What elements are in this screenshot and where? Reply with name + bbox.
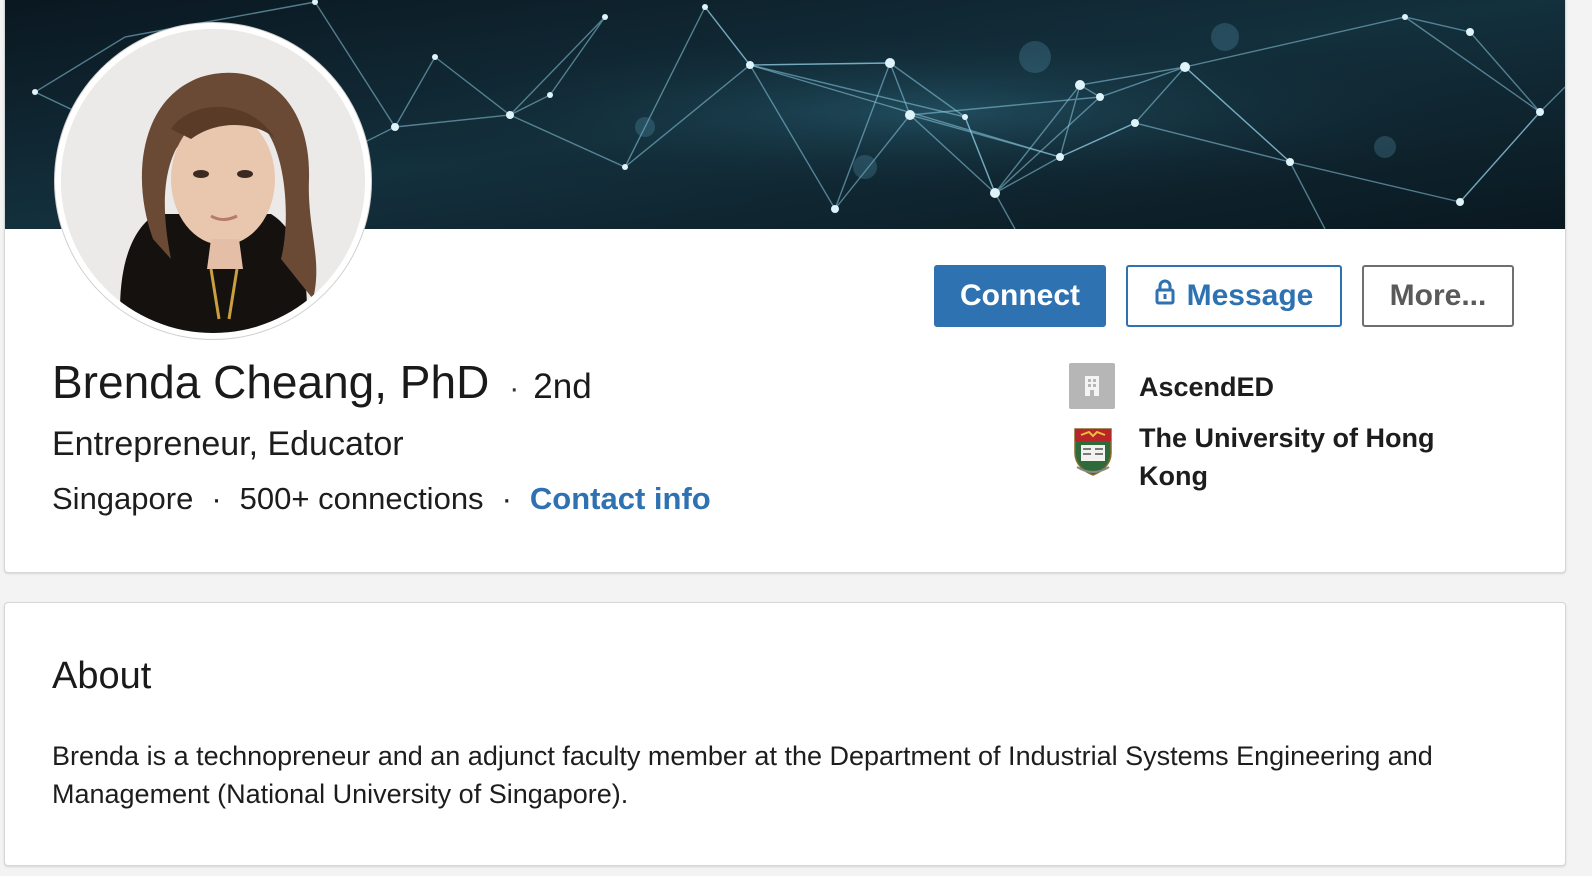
profile-photo-image xyxy=(61,29,365,333)
profile-name-row: Brenda Cheang, PhD · 2nd xyxy=(52,355,592,409)
meta-separator: · xyxy=(501,481,512,516)
message-button-label: Message xyxy=(1186,279,1314,312)
connect-button[interactable]: Connect xyxy=(934,265,1106,327)
current-company-name[interactable]: AscendED xyxy=(1139,368,1274,406)
about-summary: Brenda is a technopreneur and an adjunct… xyxy=(52,741,1433,809)
building-icon[interactable] xyxy=(1069,363,1115,409)
profile-location: Singapore xyxy=(52,481,194,516)
profile-headline: Entrepreneur, Educator xyxy=(52,425,404,463)
profile-connections: 500+ connections xyxy=(239,481,484,516)
about-card: About Brenda is a technopreneur and an a… xyxy=(4,602,1566,866)
lock-icon xyxy=(1155,279,1175,313)
contact-info-link[interactable]: Contact info xyxy=(530,481,711,517)
meta-separator: · xyxy=(211,481,222,516)
education-school-name[interactable]: The University of Hong Kong xyxy=(1139,419,1469,495)
more-actions-label: More... xyxy=(1389,279,1487,312)
profile-name: Brenda Cheang, PhD xyxy=(52,356,490,408)
message-button[interactable]: Message xyxy=(1126,265,1342,327)
connect-button-label: Connect xyxy=(960,279,1080,312)
profile-card: Connect Message More... Brenda Cheang, P… xyxy=(4,0,1566,573)
university-crest-icon[interactable] xyxy=(1071,427,1115,477)
degree-separator: · xyxy=(509,372,520,405)
profile-photo[interactable] xyxy=(55,23,371,339)
about-heading: About xyxy=(52,655,152,697)
profile-meta: Singapore · 500+ connections · Contact i… xyxy=(52,481,711,517)
connection-degree: 2nd xyxy=(533,367,592,406)
more-actions-button[interactable]: More... xyxy=(1362,265,1514,327)
